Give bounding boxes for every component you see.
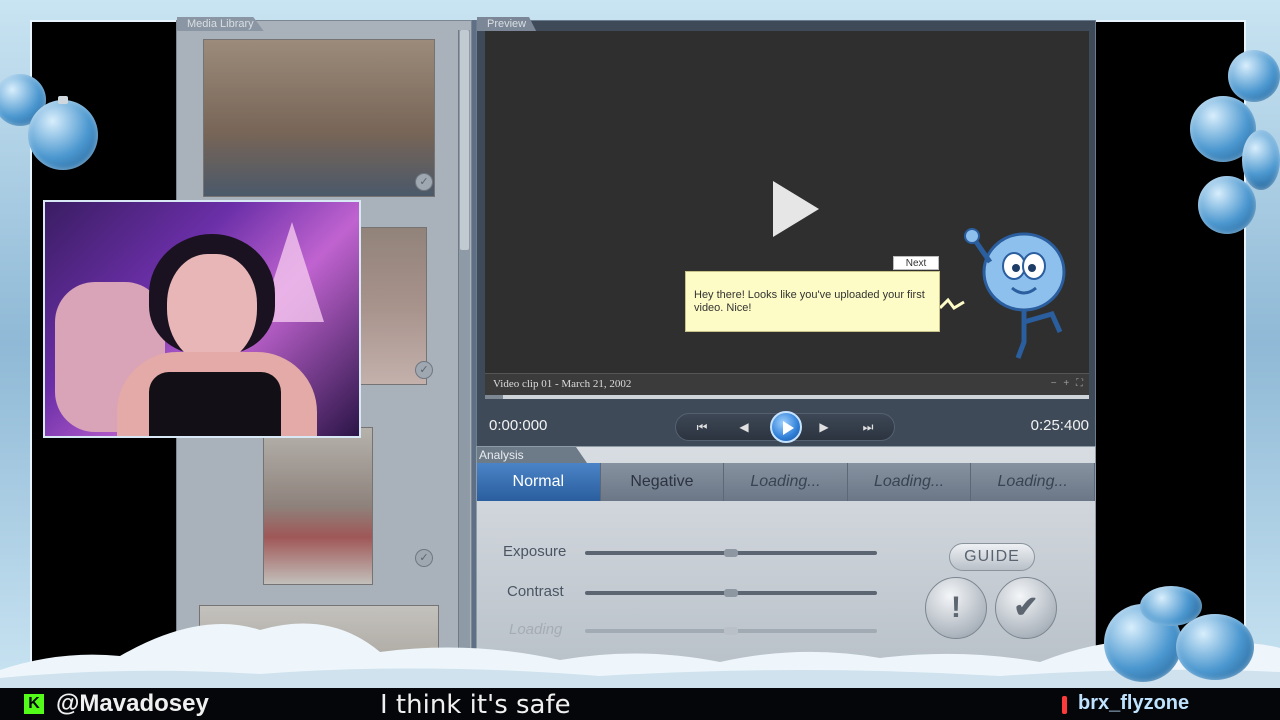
- analysis-mode-tabs: Normal Negative Loading... Loading... Lo…: [477, 463, 1095, 501]
- exposure-slider-row: Exposure: [503, 543, 883, 563]
- guide-button[interactable]: GUIDE: [949, 543, 1035, 571]
- ornament-icon: [1198, 176, 1256, 234]
- step-back-icon[interactable]: ◀: [732, 420, 756, 434]
- tutorial-tooltip: Hey there! Looks like you've uploaded yo…: [685, 271, 940, 332]
- mascot-icon: [964, 228, 1066, 359]
- check-icon[interactable]: ✓: [415, 549, 433, 567]
- streamer-handle: @Mavadosey: [56, 690, 209, 717]
- tab-normal[interactable]: Normal: [477, 463, 601, 501]
- kick-logo-icon: K: [24, 694, 44, 714]
- media-thumbnail[interactable]: [263, 427, 373, 585]
- zoom-controls[interactable]: − + ⛶: [1051, 378, 1085, 389]
- snow-decoration: [0, 623, 1280, 690]
- ornament-icon: [28, 100, 98, 170]
- play-overlay-icon[interactable]: [773, 181, 819, 237]
- play-button[interactable]: [770, 411, 802, 443]
- tooltip-next-button[interactable]: Next: [893, 256, 939, 270]
- current-time: 0:00:000: [489, 417, 548, 434]
- skip-forward-icon[interactable]: ⏭: [856, 420, 880, 435]
- scroll-thumb[interactable]: [460, 30, 469, 250]
- seek-progress: [485, 395, 504, 399]
- step-forward-icon[interactable]: ▶: [812, 420, 836, 434]
- seek-bar[interactable]: [485, 395, 1089, 399]
- skip-back-icon[interactable]: ⏮: [690, 420, 714, 435]
- media-library-scrollbar[interactable]: [458, 30, 470, 650]
- clip-info-bar: Video clip 01 - March 21, 2002 − + ⛶: [485, 373, 1089, 395]
- total-time: 0:25:400: [1030, 417, 1089, 434]
- ornament-icon: [1176, 614, 1254, 680]
- preview-tab: Preview: [477, 17, 537, 31]
- exposure-slider-knob[interactable]: [724, 549, 738, 557]
- check-icon[interactable]: ✓: [415, 173, 433, 191]
- ornament-icon: [1242, 130, 1280, 190]
- media-library-tab: Media Library: [177, 17, 264, 31]
- ornament-icon: [1140, 586, 1202, 626]
- stream-ticker: I think it's safe: [380, 690, 571, 720]
- clip-title: Video clip 01 - March 21, 2002: [493, 378, 632, 390]
- contrast-slider[interactable]: [585, 589, 877, 597]
- tab-loading[interactable]: Loading...: [971, 463, 1095, 501]
- contrast-slider-knob[interactable]: [724, 589, 738, 597]
- ornament-icon: [1228, 50, 1280, 102]
- contrast-label: Contrast: [507, 583, 564, 600]
- tab-negative[interactable]: Negative: [601, 463, 725, 501]
- latest-follower: brx_flyzone: [1078, 692, 1190, 714]
- transport-controls: ⏮ ◀ ▶ ⏭: [675, 411, 895, 443]
- media-thumbnail[interactable]: [359, 227, 427, 385]
- analysis-tab: Analysis: [477, 447, 587, 463]
- exposure-slider[interactable]: [585, 549, 877, 557]
- tab-loading[interactable]: Loading...: [724, 463, 848, 501]
- exposure-label: Exposure: [503, 543, 567, 560]
- check-icon[interactable]: ✓: [415, 361, 433, 379]
- media-thumbnail[interactable]: [203, 39, 435, 197]
- follower-alert-icon: [1062, 696, 1067, 714]
- tab-loading[interactable]: Loading...: [848, 463, 972, 501]
- webcam-overlay: [43, 200, 361, 438]
